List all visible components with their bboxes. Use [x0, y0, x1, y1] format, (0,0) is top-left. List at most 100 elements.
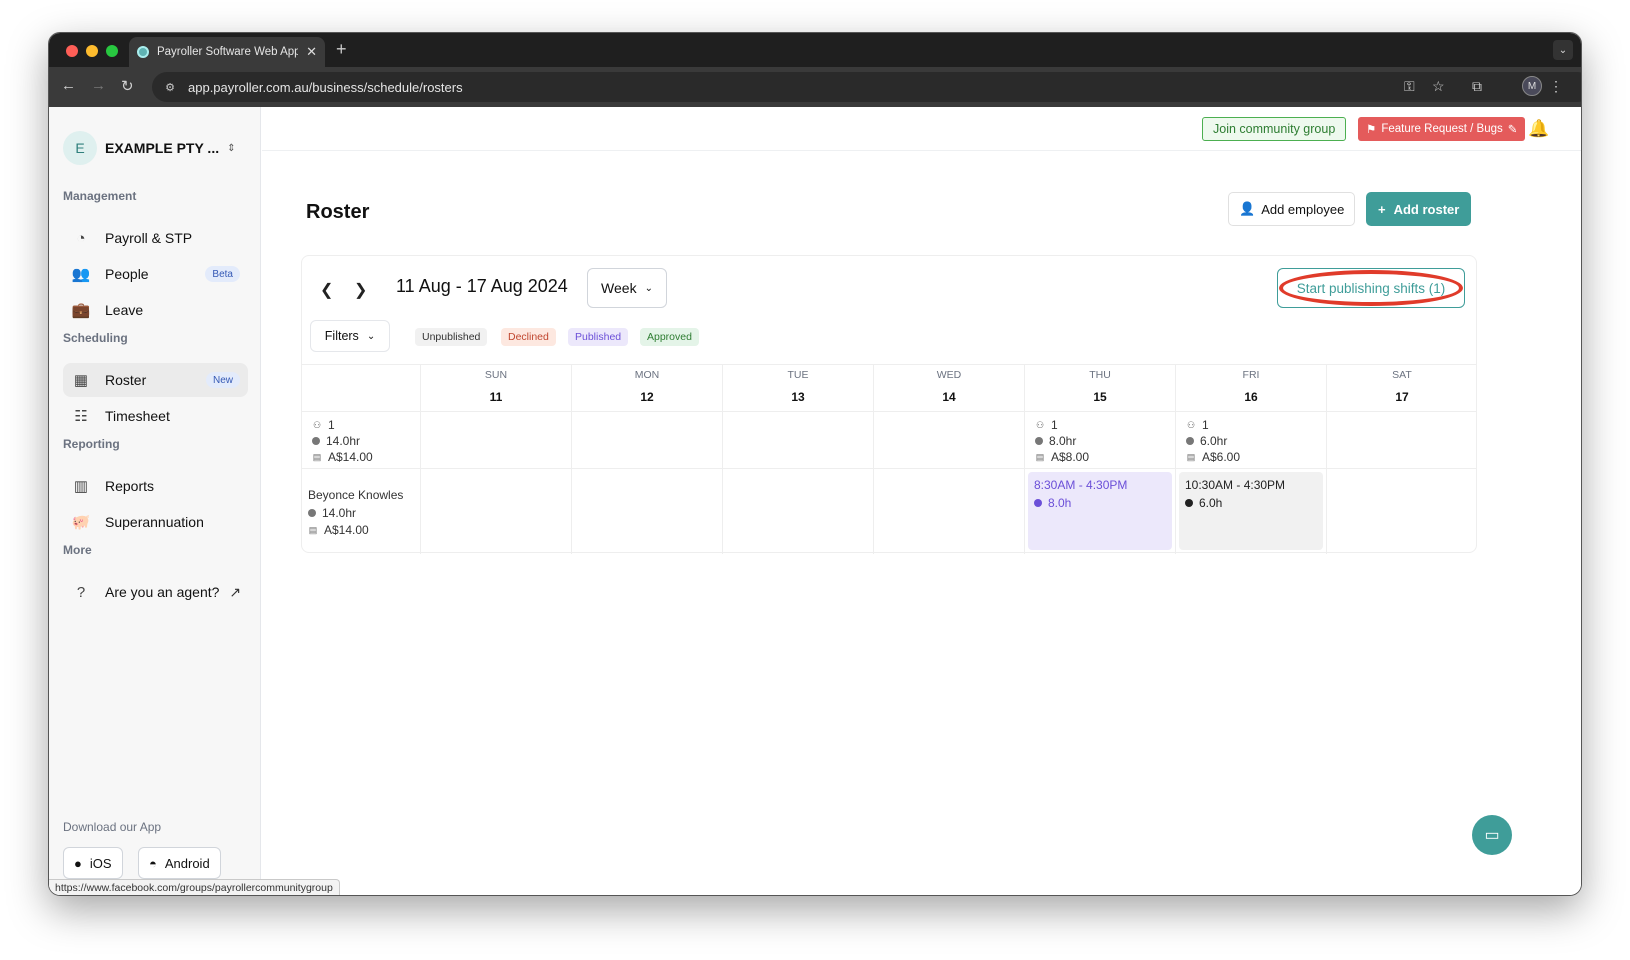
timesheet-icon: ☷ [74, 408, 88, 425]
add-user-icon: 👤 [1239, 201, 1256, 216]
shift-hours: 8.0h [1034, 496, 1166, 510]
profile-avatar[interactable]: M [1522, 76, 1542, 96]
add-roster-label: Add roster [1393, 201, 1460, 217]
summary-cost: ▤ A$8.00 [1035, 450, 1089, 464]
browser-tab[interactable]: Payroller Software Web Appli ✕ [129, 37, 325, 67]
ios-app-button[interactable]: ● iOS [63, 847, 123, 879]
next-week-chevron-icon[interactable]: ❯ [354, 280, 367, 300]
forward-arrow-icon[interactable]: → [91, 77, 106, 94]
sidebar-item-agent[interactable]: ? Are you an agent? ↗ [63, 575, 248, 609]
site-info-icon[interactable]: ⚙ [160, 77, 180, 97]
android-app-button[interactable]: ◓ Android [138, 847, 221, 879]
new-badge: New [205, 372, 240, 388]
org-switcher[interactable]: E EXAMPLE PTY ... ⇕ [63, 131, 236, 165]
day-number: 16 [1244, 390, 1258, 404]
day-number: 11 [489, 390, 503, 404]
tab-title: Payroller Software Web Appli [156, 46, 299, 58]
sidebar-item-label: Superannuation [105, 514, 204, 530]
plus-icon: + [1378, 201, 1386, 217]
apple-icon: ● [74, 855, 82, 871]
status-bar-url: https://www.facebook.com/groups/payrolle… [49, 879, 340, 895]
address-bar[interactable]: ⚙ app.payroller.com.au/business/schedule… [152, 72, 1581, 102]
reload-icon[interactable]: ↻ [121, 77, 134, 95]
employee-cost-value: A$14.00 [324, 523, 369, 537]
view-select-value: Week [601, 280, 637, 296]
shift-card-thu[interactable]: 8:30AM - 4:30PM 8.0h [1028, 472, 1172, 550]
android-icon: ◓ [149, 855, 157, 871]
summary-cost: ▤ A$14.00 [312, 450, 373, 464]
previous-week-chevron-icon[interactable]: ❮ [320, 280, 333, 300]
view-select[interactable]: Week ⌄ [587, 268, 667, 308]
summary-cost-value: A$6.00 [1202, 450, 1241, 464]
browser-menu-icon[interactable]: ⋮ [1549, 78, 1563, 95]
piggy-bank-icon: 🐖 [71, 514, 91, 531]
org-avatar: E [63, 131, 97, 165]
section-more: More [63, 543, 92, 557]
legend-published: Published [568, 328, 629, 346]
password-key-icon[interactable]: ⚿ [1404, 78, 1415, 95]
filters-button[interactable]: Filters ⌄ [310, 320, 390, 352]
sidebar-item-label: Reports [105, 478, 155, 494]
shift-hours-value: 8.0h [1048, 496, 1072, 510]
employee-name[interactable]: Beyonce Knowles [308, 488, 403, 502]
tab-close-icon[interactable]: ✕ [306, 44, 317, 60]
summary-cost: ▤ A$6.00 [1186, 450, 1240, 464]
row-divider [302, 468, 1476, 469]
sidebar-item-label: Roster [105, 372, 147, 388]
flag-icon: ⚑ [1366, 124, 1377, 136]
people-icon: ⚇ [1035, 419, 1045, 430]
bell-icon[interactable]: 🔔 [1527, 117, 1551, 141]
summary-hours: 8.0hr [1035, 434, 1076, 448]
employee-cost: ▤ A$14.00 [308, 523, 369, 537]
beta-badge: Beta [205, 266, 240, 282]
legend-unpublished: Unpublished [415, 328, 488, 346]
day-name: WED [936, 369, 962, 381]
tab-search-chevron-icon[interactable]: ⌄ [1553, 40, 1573, 60]
add-employee-label: Add employee [1261, 201, 1345, 217]
sidebar-item-superannuation[interactable]: 🐖 Superannuation [63, 505, 248, 539]
back-arrow-icon[interactable]: ← [61, 77, 76, 94]
sidebar-item-leave[interactable]: 💼 Leave [63, 293, 248, 327]
sidebar-item-label: Timesheet [105, 408, 170, 424]
download-app-title: Download our App [63, 820, 162, 834]
chevron-down-icon: ⌄ [644, 282, 653, 294]
add-employee-button[interactable]: 👤 Add employee [1228, 192, 1356, 226]
money-icon: ▤ [1186, 451, 1196, 462]
join-community-button[interactable]: Join community group [1202, 117, 1347, 141]
summary-count: ⚇ 1 [312, 418, 335, 432]
window-controls [66, 45, 118, 57]
people-icon: ⚇ [312, 419, 322, 430]
add-roster-button[interactable]: + Add roster [1366, 192, 1472, 226]
summary-count: ⚇ 1 [1186, 418, 1209, 432]
sidebar-item-timesheet[interactable]: ☷ Timesheet [63, 399, 248, 433]
shift-hours: 6.0h [1185, 496, 1317, 510]
shift-card-fri[interactable]: 10:30AM - 4:30PM 6.0h [1179, 472, 1323, 550]
close-window-button[interactable] [66, 45, 78, 57]
sidebar-item-label: Payroll & STP [105, 230, 193, 246]
sidebar-item-reports[interactable]: ▥ Reports [63, 469, 248, 503]
sidebar-item-people[interactable]: 👥 People Beta [63, 257, 248, 291]
summary-cost-value: A$14.00 [328, 450, 373, 464]
extensions-icon[interactable]: ⧉ [1472, 78, 1482, 95]
minimize-window-button[interactable] [86, 45, 98, 57]
chat-support-icon[interactable]: ▭ [1472, 815, 1512, 855]
org-name: EXAMPLE PTY ... [105, 140, 220, 156]
maximize-window-button[interactable] [106, 45, 118, 57]
bookmark-star-icon[interactable]: ☆ [1432, 78, 1445, 95]
sidebar-item-payroll[interactable]: ◔ Payroll & STP [63, 221, 248, 255]
shift-time: 10:30AM - 4:30PM [1185, 478, 1286, 492]
sidebar-item-roster[interactable]: ▦ Roster New [63, 363, 248, 397]
clock-icon [308, 509, 316, 517]
new-tab-button[interactable]: + [336, 39, 347, 60]
section-management: Management [63, 189, 137, 203]
shift-time: 8:30AM - 4:30PM [1034, 478, 1128, 492]
summary-cost-value: A$8.00 [1051, 450, 1090, 464]
feature-request-button[interactable]: ⚑ Feature Request / Bugs ✎ [1358, 117, 1526, 141]
summary-hours-value: 14.0hr [326, 434, 361, 448]
page-title: Roster [306, 201, 370, 223]
sidebar-item-label: Leave [105, 302, 144, 318]
chevron-down-icon: ⌄ [366, 330, 376, 342]
summary-hours-value: 6.0hr [1200, 434, 1228, 448]
day-number: 14 [942, 390, 956, 404]
money-icon: ▤ [1035, 451, 1045, 462]
